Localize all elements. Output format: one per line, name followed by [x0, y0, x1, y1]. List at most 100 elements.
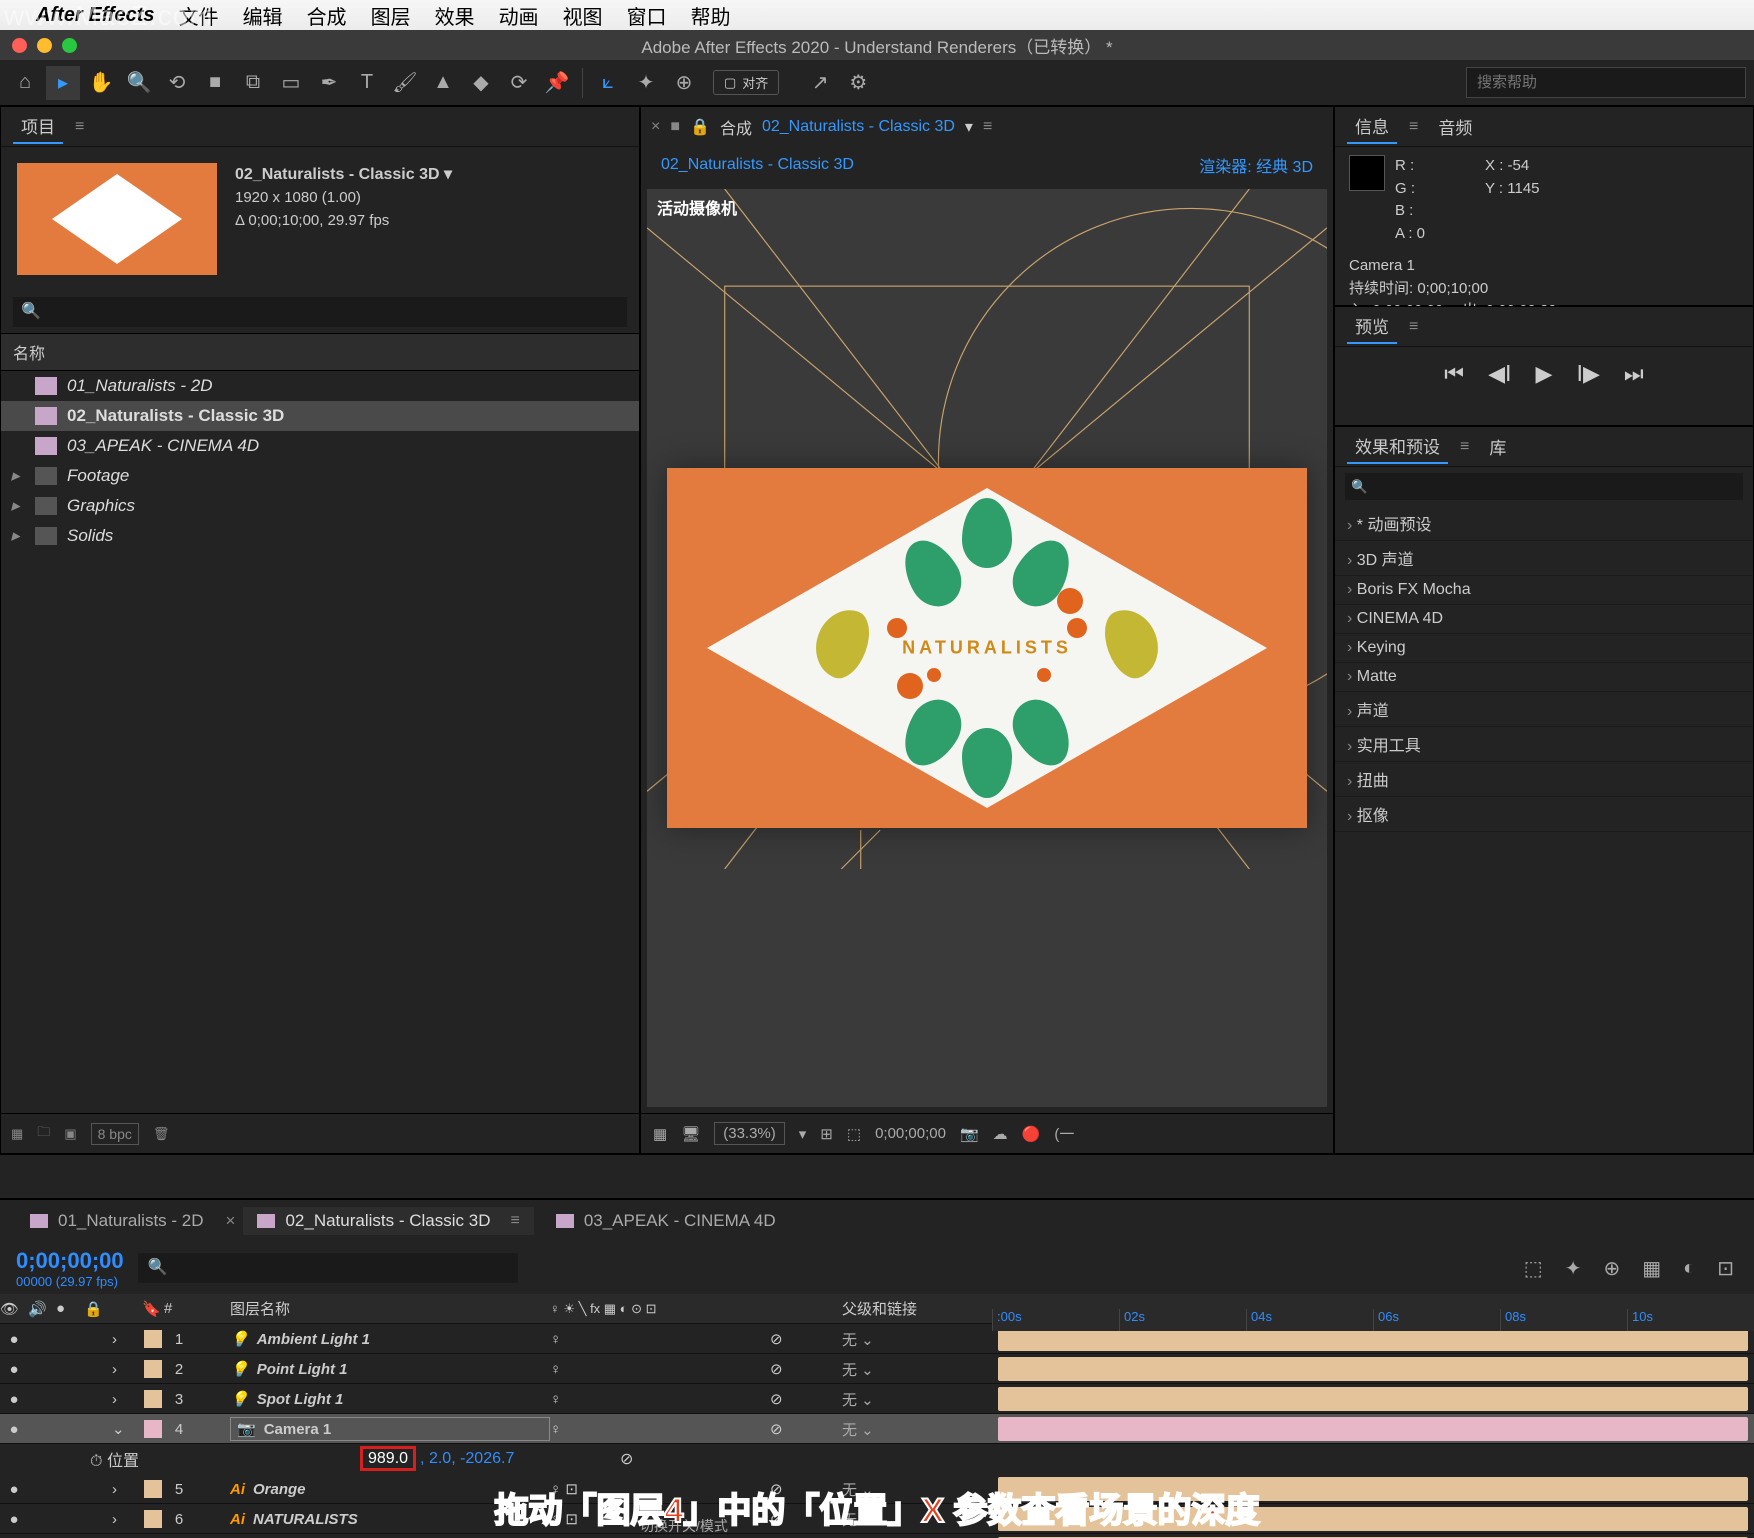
close-tab-icon[interactable]: ×	[226, 1211, 236, 1231]
timeline-tab[interactable]: 01_Naturalists - 2D	[16, 1207, 218, 1235]
fx-category[interactable]: Keying	[1335, 634, 1753, 663]
quality-dropdown[interactable]: (一	[1054, 1123, 1074, 1144]
pin-tool-icon[interactable]: 📌	[540, 66, 574, 100]
position-property-row[interactable]: ⏱ 位置 989.0, 2.0, -2026.7 ⊘	[0, 1444, 1754, 1474]
tl-tool-icon[interactable]: ⊕	[1599, 1252, 1624, 1285]
new-folder-icon[interactable]: 🗀	[37, 1123, 50, 1145]
menu-layer[interactable]: 图层	[371, 1, 411, 30]
next-frame-icon[interactable]: Ⅰ▶	[1576, 361, 1599, 387]
3d-axis-icon[interactable]: ⟀	[591, 66, 625, 100]
fx-category[interactable]: 扭曲	[1335, 762, 1753, 797]
effects-tab[interactable]: 效果和预设	[1347, 429, 1448, 464]
snapshot-icon[interactable]: 📷	[960, 1125, 979, 1143]
timeline-tab[interactable]: 03_APEAK - CINEMA 4D	[542, 1207, 790, 1235]
fx-category[interactable]: * 动画预设	[1335, 506, 1753, 541]
timeline-tab[interactable]: 02_Naturalists - Classic 3D≡	[243, 1207, 533, 1235]
lock-icon[interactable]: 🔒	[690, 117, 710, 137]
selection-tool-icon[interactable]: ▸	[46, 66, 80, 100]
hand-tool-icon[interactable]: ✋	[84, 66, 118, 100]
color-mgmt-icon[interactable]: 🔴	[1022, 1125, 1041, 1143]
zoom-tool-icon[interactable]: 🔍	[122, 66, 156, 100]
library-tab[interactable]: 库	[1481, 430, 1514, 463]
project-search-input[interactable]	[13, 297, 627, 327]
viewer-timecode[interactable]: 0;00;00;00	[875, 1125, 946, 1142]
viewer-comp-name[interactable]: 02_Naturalists - Classic 3D	[762, 118, 955, 136]
layer-row[interactable]: ●›7 AiLeaves ♀ ⊡⊘无 ⌄	[0, 1534, 1754, 1538]
project-tab[interactable]: 项目	[13, 109, 63, 144]
trash-icon[interactable]: 🗑	[153, 1126, 170, 1142]
tl-tool-icon[interactable]: ⬚	[1520, 1252, 1547, 1285]
effects-search-input[interactable]	[1345, 473, 1743, 500]
res-icon[interactable]: ⊞	[820, 1125, 833, 1143]
fx-category[interactable]: Boris FX Mocha	[1335, 576, 1753, 605]
viewer-subtab[interactable]: 02_Naturalists - Classic 3D	[661, 156, 854, 174]
camera-tool-icon[interactable]: ■	[198, 66, 232, 100]
menu-effect[interactable]: 效果	[435, 1, 475, 30]
project-item[interactable]: 01_Naturalists - 2D	[1, 371, 639, 401]
timeline-search-input[interactable]	[138, 1253, 518, 1283]
position-y-value[interactable]: 2.0	[429, 1450, 451, 1467]
grid-icon[interactable]: ▦	[653, 1125, 667, 1143]
bpc-toggle[interactable]: 8 bpc	[91, 1123, 139, 1145]
tl-tool-icon[interactable]: ▦	[1638, 1252, 1665, 1285]
menu-composition[interactable]: 合成	[307, 1, 347, 30]
tl-tool-icon[interactable]: ◐	[1679, 1253, 1699, 1284]
play-icon[interactable]: ▶	[1536, 361, 1553, 387]
interpret-icon[interactable]: ▦	[11, 1126, 23, 1142]
pen-tool-icon[interactable]: ✒	[312, 66, 346, 100]
project-name-header[interactable]: 名称	[1, 333, 639, 371]
rect-tool-icon[interactable]: ▭	[274, 66, 308, 100]
home-icon[interactable]: ⌂	[8, 66, 42, 100]
tl-tool-icon[interactable]: ✦	[1561, 1252, 1586, 1285]
menu-window[interactable]: 窗口	[627, 1, 667, 30]
position-z-value[interactable]: -2026.7	[460, 1450, 514, 1467]
orbit-tool-icon[interactable]: ⟲	[160, 66, 194, 100]
project-folder[interactable]: ▸Solids	[1, 521, 639, 551]
panel-menu-icon[interactable]: ≡	[75, 118, 84, 136]
menu-file[interactable]: 文件	[179, 1, 219, 30]
eraser-tool-icon[interactable]: ◆	[464, 66, 498, 100]
info-tab[interactable]: 信息	[1347, 109, 1397, 144]
maximize-window-icon[interactable]	[62, 38, 77, 53]
project-item[interactable]: 03_APEAK - CINEMA 4D	[1, 431, 639, 461]
menu-edit[interactable]: 编辑	[243, 1, 283, 30]
layer-row[interactable]: ●›3 💡Spot Light 1 ♀⊘无 ⌄	[0, 1384, 1754, 1414]
clone-tool-icon[interactable]: ▲	[426, 66, 460, 100]
3d-gizmo-icon[interactable]: ✦	[629, 66, 663, 100]
rotobrush-tool-icon[interactable]: ⟳	[502, 66, 536, 100]
monitor-icon[interactable]: 🖥	[681, 1125, 700, 1143]
layer-row-selected[interactable]: ●⌄4 📷Camera 1 ♀⊘无 ⌄	[0, 1414, 1754, 1444]
menu-view[interactable]: 视图	[563, 1, 603, 30]
last-frame-icon[interactable]: ⏭	[1624, 361, 1644, 387]
brush-tool-icon[interactable]: 🖌	[388, 66, 422, 100]
comp-title[interactable]: 02_Naturalists - Classic 3D ▾	[235, 163, 452, 187]
app-name[interactable]: After Effects	[36, 4, 155, 27]
settings-icon[interactable]: ⚙	[841, 66, 875, 100]
project-folder[interactable]: ▸Footage	[1, 461, 639, 491]
fx-category[interactable]: 3D 声道	[1335, 541, 1753, 576]
project-folder[interactable]: ▸Graphics	[1, 491, 639, 521]
layer-row[interactable]: ●›2 💡Point Light 1 ♀⊘无 ⌄	[0, 1354, 1754, 1384]
search-help-input[interactable]	[1466, 67, 1746, 98]
zoom-dropdown[interactable]: (33.3%)	[714, 1122, 785, 1145]
current-timecode[interactable]: 0;00;00;00	[16, 1248, 124, 1274]
fx-category[interactable]: 抠像	[1335, 797, 1753, 832]
viewer-menu-icon[interactable]: ≡	[983, 118, 992, 136]
renderer-dropdown[interactable]: 经典 3D	[1256, 159, 1313, 176]
snap-toggle[interactable]: ▢对齐	[713, 70, 779, 95]
show-snapshot-icon[interactable]: ☁	[993, 1125, 1008, 1143]
fx-category[interactable]: Matte	[1335, 663, 1753, 692]
audio-tab[interactable]: 音频	[1430, 110, 1480, 143]
type-tool-icon[interactable]: T	[350, 66, 384, 100]
fx-category[interactable]: 实用工具	[1335, 727, 1753, 762]
pan-behind-tool-icon[interactable]: ⧉	[236, 66, 270, 100]
first-frame-icon[interactable]: ⏮	[1444, 361, 1464, 387]
new-comp-icon[interactable]: ▣	[64, 1126, 76, 1142]
preview-tab[interactable]: 预览	[1347, 309, 1397, 344]
3d-cursor-icon[interactable]: ⊕	[667, 66, 701, 100]
fx-category[interactable]: 声道	[1335, 692, 1753, 727]
expand-icon[interactable]: ↗	[803, 66, 837, 100]
menu-animation[interactable]: 动画	[499, 1, 539, 30]
minimize-window-icon[interactable]	[37, 38, 52, 53]
viewer-canvas[interactable]: 活动摄像机	[647, 189, 1327, 1107]
